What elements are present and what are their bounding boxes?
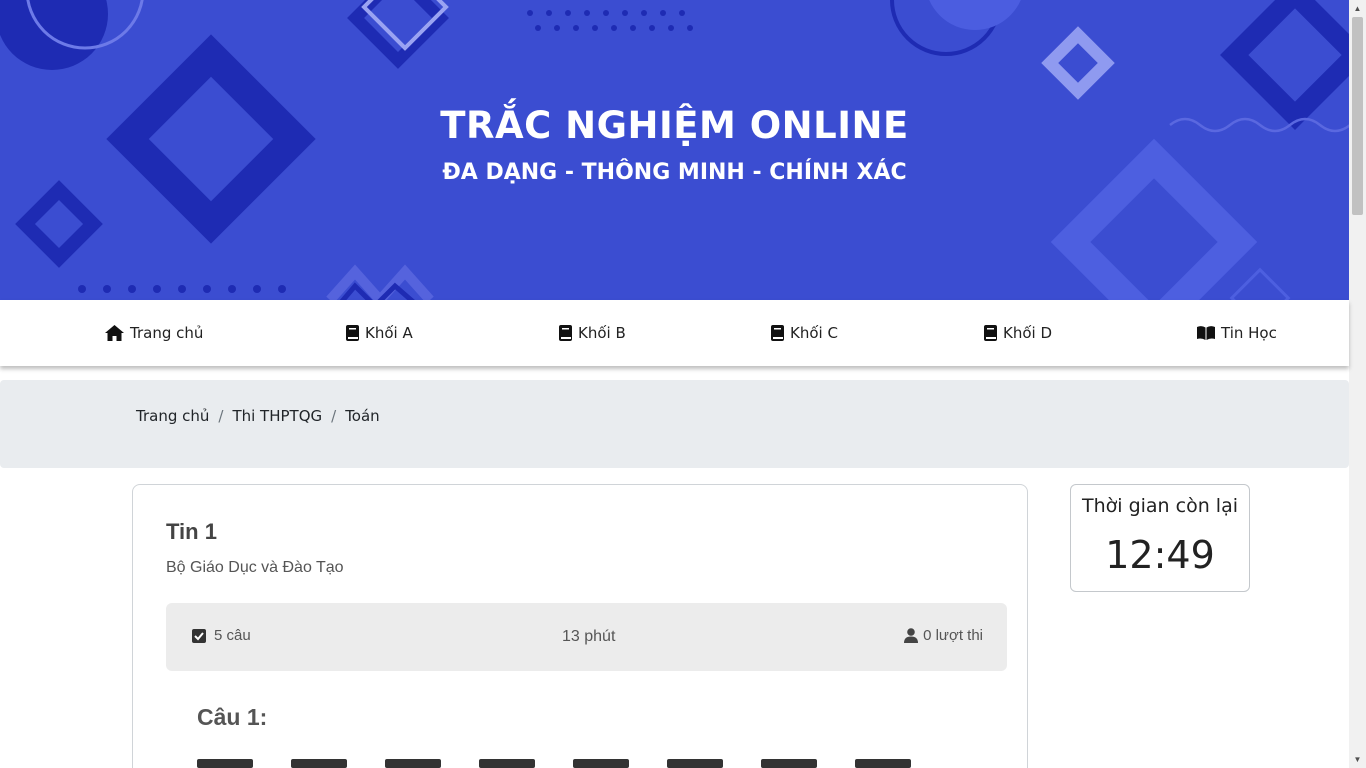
book-icon	[346, 325, 359, 341]
page-scrollbar[interactable]: ▲ ▼	[1349, 0, 1366, 768]
nav-item-label: Khối A	[365, 324, 413, 342]
nav-item-home[interactable]: Trang chủ	[105, 300, 203, 366]
breadcrumb-bar: Trang chủ / Thi THPTQG / Toán	[0, 380, 1349, 468]
site-tagline: ĐA DẠNG - THÔNG MINH - CHÍNH XÁC	[442, 160, 907, 185]
breadcrumb: Trang chủ / Thi THPTQG / Toán	[136, 407, 380, 425]
main-navbar: Trang chủ Khối A Khối B Khối C Khối D Ti…	[0, 300, 1349, 366]
nav-item-label: Tin Học	[1221, 324, 1277, 342]
nav-item-khoi-d[interactable]: Khối D	[984, 300, 1052, 366]
nav-item-khoi-c[interactable]: Khối C	[771, 300, 838, 366]
question-count: 5 câu	[192, 627, 251, 644]
timer-value: 12:49	[1105, 533, 1215, 577]
breadcrumb-separator: /	[331, 407, 337, 425]
user-icon	[904, 628, 919, 643]
banner-decoration	[0, 0, 1349, 300]
exam-duration: 13 phút	[562, 628, 616, 645]
scroll-thumb[interactable]	[1352, 17, 1363, 215]
exam-views: 0 lượt thi	[904, 627, 983, 644]
book-icon	[984, 325, 997, 341]
home-icon	[105, 325, 124, 341]
breadcrumb-current: Toán	[345, 407, 380, 425]
nav-item-label: Trang chủ	[130, 324, 204, 342]
site-title: TRẮC NGHIỆM ONLINE	[440, 104, 909, 147]
nav-item-label: Khối B	[578, 324, 626, 342]
nav-item-khoi-b[interactable]: Khối B	[559, 300, 626, 366]
question-label: Câu 1:	[197, 704, 268, 730]
book-icon	[771, 325, 784, 341]
nav-item-tin-hoc[interactable]: Tin Học	[1197, 300, 1277, 366]
scroll-up-icon[interactable]: ▲	[1349, 0, 1366, 17]
breadcrumb-thptqg[interactable]: Thi THPTQG	[232, 407, 322, 425]
breadcrumb-home[interactable]: Trang chủ	[136, 407, 209, 425]
scroll-down-icon[interactable]: ▼	[1349, 751, 1366, 768]
exam-organization: Bộ Giáo Dục và Đào Tạo	[166, 559, 344, 576]
countdown-timer: Thời gian còn lại 12:49	[1070, 484, 1250, 592]
exam-title: Tin 1	[166, 519, 217, 544]
exam-views-label: 0 lượt thi	[923, 627, 983, 644]
exam-info-bar: 5 câu 13 phút 0 lượt thi	[166, 603, 1007, 671]
breadcrumb-separator: /	[218, 407, 224, 425]
hero-banner: TRẮC NGHIỆM ONLINE ĐA DẠNG - THÔNG MINH …	[0, 0, 1349, 300]
exam-card: Tin 1 Bộ Giáo Dục và Đào Tạo 5 câu 13 ph…	[132, 484, 1028, 768]
question-text-cutoff	[197, 755, 997, 768]
nav-item-khoi-a[interactable]: Khối A	[346, 300, 413, 366]
book-open-icon	[1197, 326, 1215, 340]
question-count-label: 5 câu	[214, 627, 251, 644]
nav-item-label: Khối D	[1003, 324, 1053, 342]
book-icon	[559, 325, 572, 341]
checkbox-icon	[192, 628, 206, 643]
nav-item-label: Khối C	[790, 324, 838, 342]
timer-label: Thời gian còn lại	[1081, 495, 1238, 517]
